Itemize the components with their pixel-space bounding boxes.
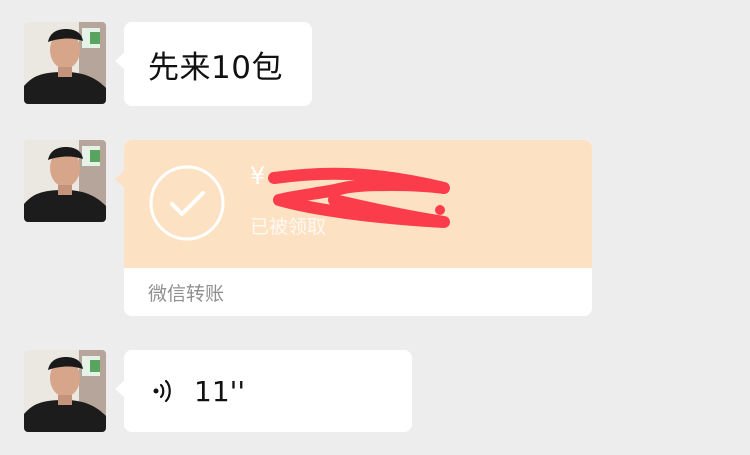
sender-avatar[interactable] [24,22,106,104]
text-message-bubble[interactable]: 先来10包 [115,22,312,106]
transfer-footer-label: 微信转账 [148,282,225,305]
transfer-card-footer: 微信转账 [124,268,592,316]
voice-duration: 11'' [194,374,246,408]
voice-message-bubble[interactable]: 11'' [115,350,412,432]
sender-avatar[interactable] [24,140,106,222]
voice-icon [153,379,171,403]
sender-avatar[interactable] [24,350,106,432]
check-circle-icon [149,165,225,241]
transfer-card-top: ¥ 已被领取 [124,140,592,268]
transfer-currency-symbol: ¥ [250,162,266,190]
transfer-status: 已被领取 [250,216,327,238]
message-text: 先来10包 [148,49,283,86]
transfer-card[interactable]: ¥ 已被领取 微信转账 [124,140,592,316]
